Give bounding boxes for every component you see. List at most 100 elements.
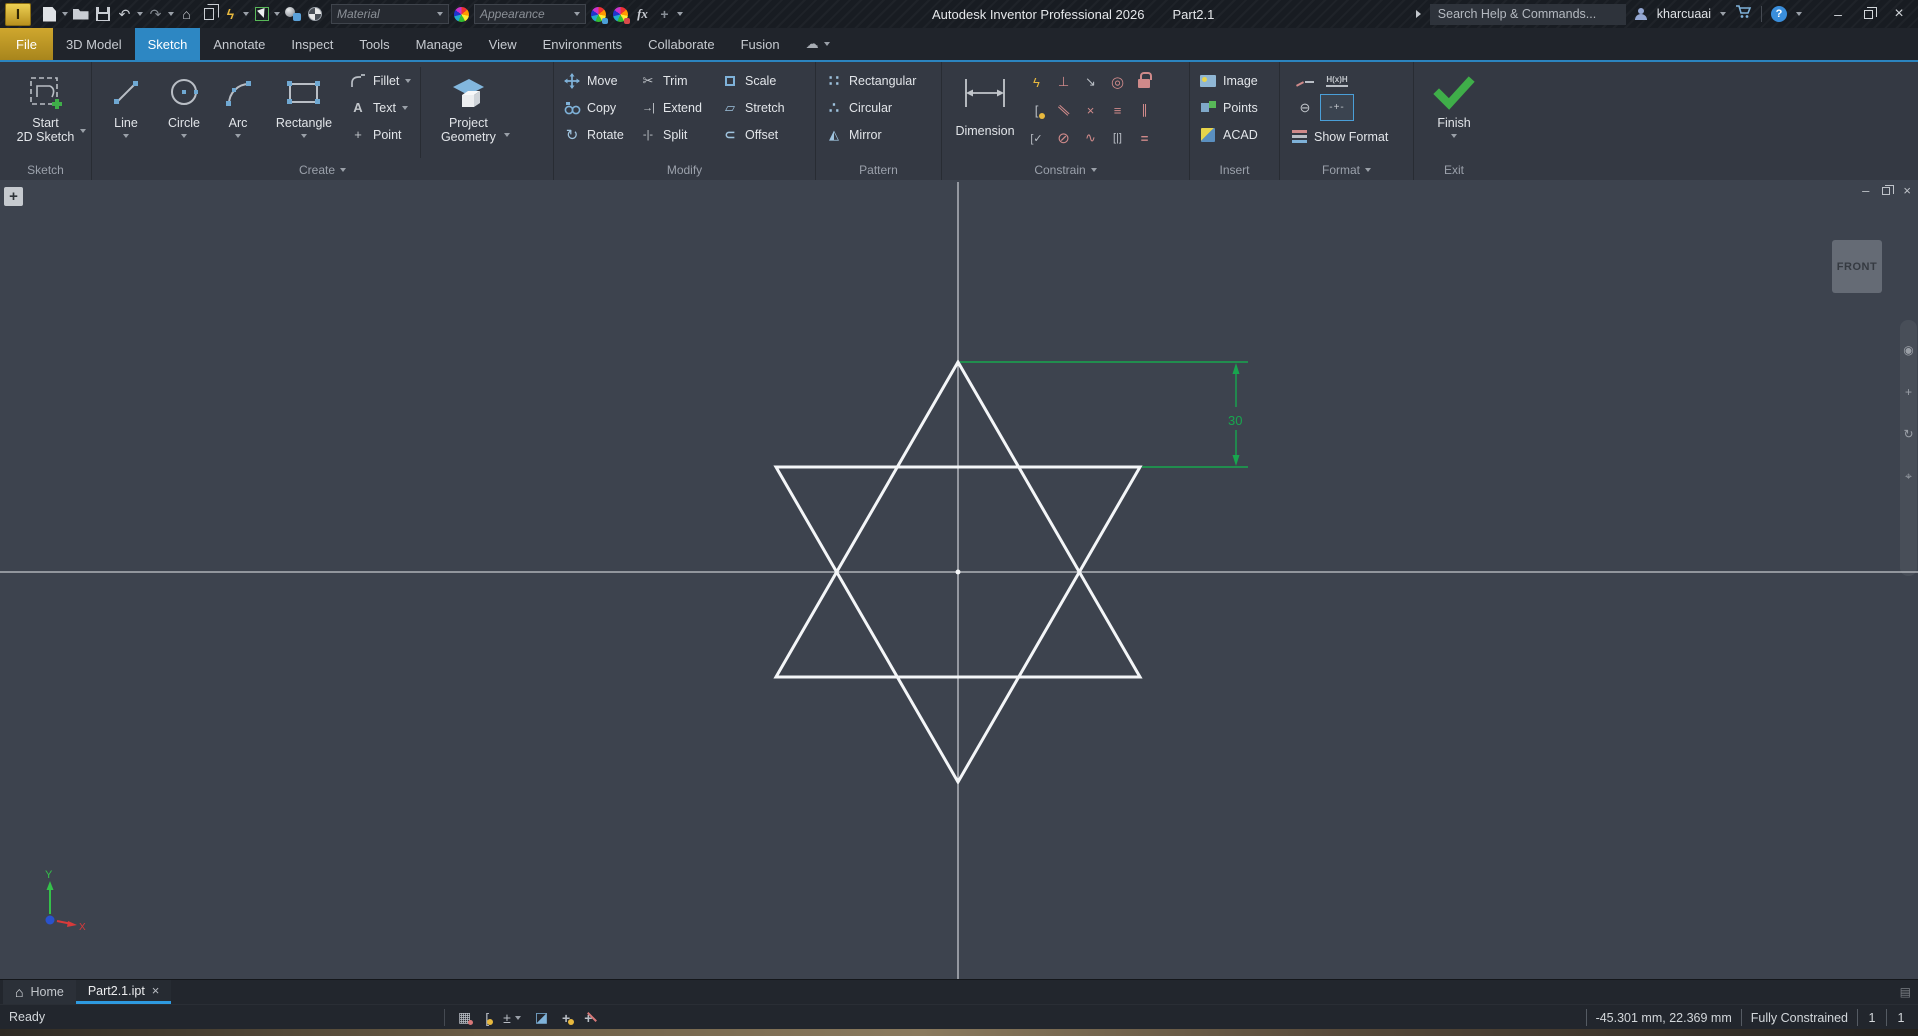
center-point-toggle-button[interactable]: -+-: [1320, 94, 1354, 121]
parameters-fx-button[interactable]: fx: [633, 3, 652, 25]
move-button[interactable]: Move: [559, 67, 635, 94]
panel-format-labelrow[interactable]: Format: [1280, 160, 1413, 180]
start-2d-sketch-button[interactable]: Start 2D Sketch: [5, 65, 86, 159]
close-button[interactable]: ×: [1888, 5, 1910, 23]
dimension-30[interactable]: 30: [960, 362, 1248, 467]
centerline-toggle-button[interactable]: ⊖: [1290, 94, 1320, 121]
home-tab[interactable]: ⌂ Home: [3, 980, 76, 1004]
degrees-of-freedom-icon[interactable]: +: [562, 1010, 570, 1026]
tab-view[interactable]: View: [476, 28, 530, 60]
insert-acad-button[interactable]: ACAD: [1195, 121, 1262, 148]
copy-properties-button[interactable]: [199, 3, 218, 25]
dimension-display-caret[interactable]: [515, 1016, 521, 1020]
project-geometry-button[interactable]: Project Geometry: [426, 65, 510, 159]
part-tab-close-icon[interactable]: ×: [152, 983, 160, 998]
panel-constrain-labelrow[interactable]: Constrain: [942, 160, 1189, 180]
adjust-appearance-button[interactable]: [589, 3, 608, 25]
rectangle-caret[interactable]: [301, 134, 307, 138]
dimension-button[interactable]: Dimension: [947, 65, 1023, 159]
tab-annotate[interactable]: Annotate: [200, 28, 278, 60]
new-file-button[interactable]: [40, 3, 59, 25]
appearance-dropdown[interactable]: Appearance: [474, 4, 586, 24]
look-at-icon[interactable]: ⌖: [1905, 470, 1912, 482]
clear-appearance-button[interactable]: [611, 3, 630, 25]
view-cube[interactable]: FRONT: [1832, 240, 1882, 293]
help-caret[interactable]: [1796, 12, 1802, 16]
rectangle-button[interactable]: Rectangle: [263, 65, 345, 159]
open-button[interactable]: [71, 3, 90, 25]
qat-customize-caret[interactable]: [677, 12, 683, 16]
slice-graphics-icon[interactable]: ◪: [535, 1009, 548, 1026]
project-geometry-caret[interactable]: [504, 133, 510, 137]
sketch-canvas[interactable]: 30 Y X + – × FRONT ◉ + ↻: [0, 180, 1918, 979]
arc-caret[interactable]: [235, 134, 241, 138]
split-button[interactable]: -|- Split: [635, 121, 717, 148]
start-2d-sketch-caret[interactable]: [80, 129, 86, 133]
panel-create-labelrow[interactable]: Create: [92, 160, 553, 180]
sketch-origin-point[interactable]: [956, 570, 961, 575]
tab-list-icon[interactable]: ▤: [1900, 985, 1911, 999]
point-button[interactable]: + Point: [345, 121, 415, 148]
mirror-button[interactable]: ◭ Mirror: [821, 121, 920, 148]
redo-caret[interactable]: [168, 12, 174, 16]
tab-manage[interactable]: Manage: [403, 28, 476, 60]
document-minimize-button[interactable]: –: [1862, 183, 1869, 198]
tab-fusion[interactable]: Fusion: [728, 28, 793, 60]
search-expand-icon[interactable]: [1416, 10, 1421, 18]
text-button[interactable]: A Text: [345, 94, 415, 121]
horizontal-constraint-icon[interactable]: ≡: [1104, 96, 1131, 124]
iproperties-button[interactable]: ϟ: [221, 3, 240, 25]
collinear-constraint-icon[interactable]: ×: [1077, 96, 1104, 124]
iproperties-caret[interactable]: [243, 12, 249, 16]
home-button[interactable]: ⌂: [177, 3, 196, 25]
username-label[interactable]: kharcuaai: [1657, 7, 1711, 21]
fillet-caret[interactable]: [405, 79, 411, 83]
search-input[interactable]: [1430, 4, 1626, 25]
cloud-menu[interactable]: ☁: [793, 28, 843, 60]
rotate-button[interactable]: ↻ Rotate: [559, 121, 635, 148]
tangent-constraint-icon[interactable]: ⊘: [1050, 124, 1077, 152]
redo-button[interactable]: ↷: [146, 3, 165, 25]
tab-inspect[interactable]: Inspect: [278, 28, 346, 60]
show-constraints-icon[interactable]: [✓: [1023, 124, 1050, 152]
navigation-wheel-icon[interactable]: ◉: [1903, 344, 1913, 356]
part-document-tab[interactable]: Part2.1.ipt ×: [76, 980, 172, 1004]
finish-caret[interactable]: [1451, 134, 1457, 138]
tab-environments[interactable]: Environments: [530, 28, 635, 60]
scale-button[interactable]: Scale: [717, 67, 801, 94]
auto-dimension-icon[interactable]: ϟ: [1023, 68, 1050, 96]
tab-tools[interactable]: Tools: [346, 28, 402, 60]
minimize-button[interactable]: –: [1827, 6, 1849, 22]
fillet-button[interactable]: Fillet: [345, 67, 415, 94]
line-caret[interactable]: [123, 134, 129, 138]
text-caret[interactable]: [402, 106, 408, 110]
rectangular-pattern-button[interactable]: ∷ Rectangular: [821, 67, 920, 94]
sketch-drawing[interactable]: 30 Y X: [0, 180, 1918, 979]
inventor-logo-icon[interactable]: I: [5, 3, 31, 26]
driven-dimension-button[interactable]: H(x)H: [1320, 67, 1354, 94]
browser-expand-button[interactable]: +: [4, 187, 23, 206]
orbit-icon[interactable]: ↻: [1903, 428, 1913, 440]
arc-button[interactable]: Arc: [213, 65, 263, 159]
save-button[interactable]: [93, 3, 112, 25]
restore-button[interactable]: [1864, 10, 1873, 19]
material-browser-button[interactable]: [283, 3, 302, 25]
construction-toggle-button[interactable]: [1290, 67, 1320, 94]
line-button[interactable]: Line: [97, 65, 155, 159]
snap-to-grid-icon[interactable]: ▦: [458, 1009, 471, 1026]
pan-icon[interactable]: +: [1905, 386, 1912, 398]
finish-sketch-button[interactable]: Finish: [1419, 65, 1489, 159]
equal-constraint-icon[interactable]: =: [1131, 124, 1158, 152]
stretch-button[interactable]: ▱ Stretch: [717, 94, 801, 121]
offset-button[interactable]: ⊂ Offset: [717, 121, 801, 148]
constraint-inference-icon[interactable]: [: [485, 1010, 489, 1026]
circle-caret[interactable]: [181, 134, 187, 138]
tab-3d-model[interactable]: 3D Model: [53, 28, 135, 60]
tab-sketch[interactable]: Sketch: [135, 28, 201, 60]
appearance-dropdown-caret[interactable]: [574, 12, 580, 16]
tab-collaborate[interactable]: Collaborate: [635, 28, 728, 60]
new-file-caret[interactable]: [62, 12, 68, 16]
document-close-button[interactable]: ×: [1903, 183, 1911, 198]
insert-image-button[interactable]: Image: [1195, 67, 1262, 94]
material-dropdown-caret[interactable]: [437, 12, 443, 16]
